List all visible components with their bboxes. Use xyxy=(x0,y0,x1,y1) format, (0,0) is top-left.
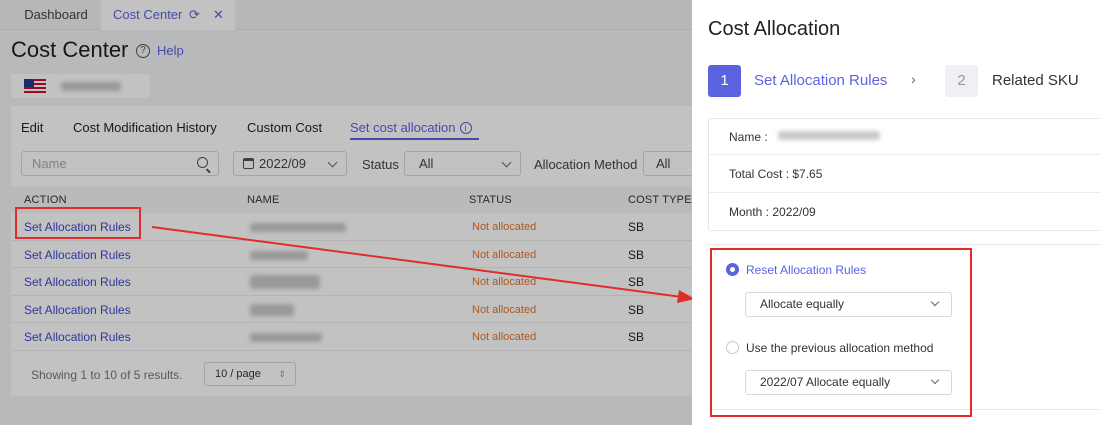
divider xyxy=(709,192,1100,193)
annotation-arrow-line xyxy=(151,226,683,298)
step-2-badge: 2 xyxy=(945,65,978,97)
divider xyxy=(709,154,1100,155)
annotation-highlight-box xyxy=(710,248,972,417)
step-1-label[interactable]: Set Allocation Rules xyxy=(754,72,887,89)
step-2-label[interactable]: Related SKU xyxy=(992,72,1079,89)
chevron-right-icon: › xyxy=(911,71,916,87)
month-info: Month : 2022/09 xyxy=(729,205,816,219)
drawer-title: Cost Allocation xyxy=(708,18,841,40)
name-row: Name : xyxy=(729,130,768,144)
total-cost: Total Cost : $7.65 xyxy=(729,167,823,181)
cost-allocation-drawer: Cost Allocation 1 Set Allocation Rules ›… xyxy=(692,0,1100,425)
name-value-redacted xyxy=(778,131,880,140)
name-label: Name : xyxy=(729,130,768,144)
cost-info-card: Name : Total Cost : $7.65 Month : 2022/0… xyxy=(708,118,1100,231)
step-1-badge: 1 xyxy=(708,65,741,97)
